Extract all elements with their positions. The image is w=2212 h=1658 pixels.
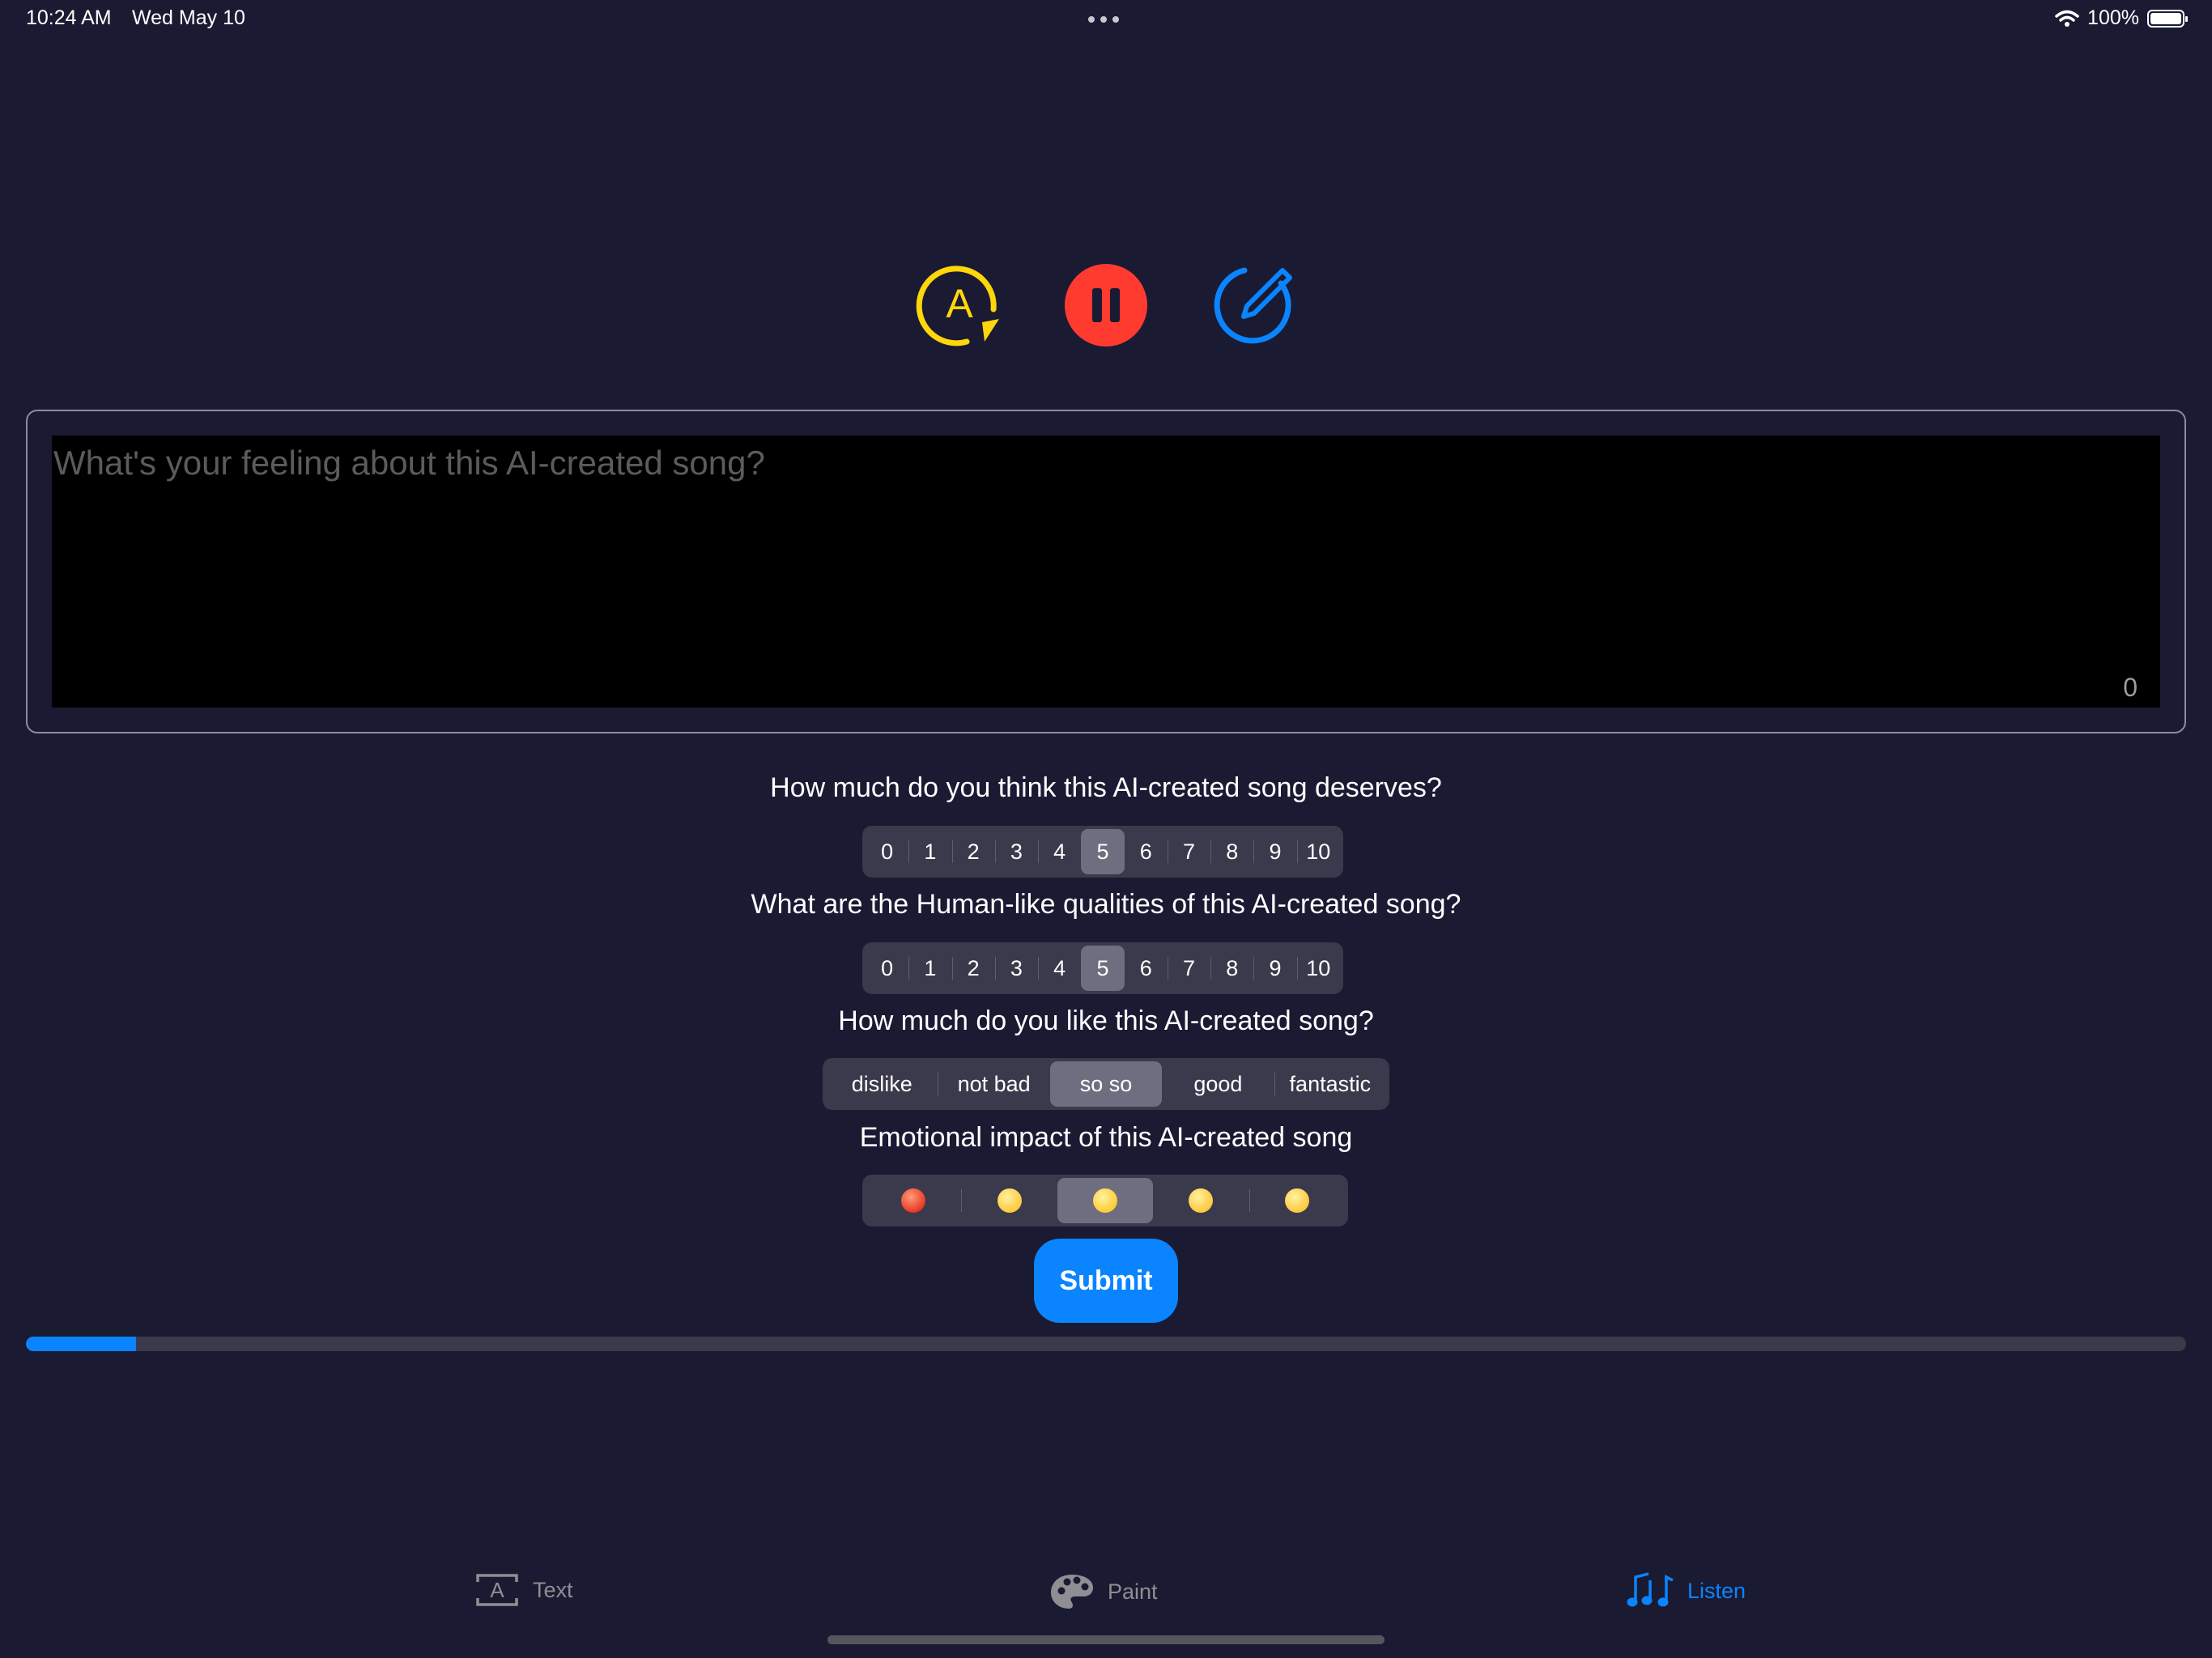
human-like-option[interactable]: 5 xyxy=(1081,946,1125,991)
progress-fill xyxy=(26,1337,137,1351)
deserves-option[interactable]: 3 xyxy=(994,829,1038,874)
emotion-option[interactable] xyxy=(1249,1178,1345,1223)
human-like-option[interactable]: 7 xyxy=(1167,946,1210,991)
text-box-icon: A xyxy=(476,1574,518,1606)
like-rating-control: dislike not bad so so good fantastic xyxy=(823,1058,1389,1110)
pause-icon xyxy=(1065,264,1147,346)
autoplay-a-icon: A xyxy=(916,266,999,346)
deserves-option[interactable]: 4 xyxy=(1038,829,1081,874)
tab-text-label: Text xyxy=(533,1577,573,1602)
human-like-option[interactable]: 10 xyxy=(1296,946,1340,991)
question-emotion: Emotional impact of this AI-created song xyxy=(859,1122,1353,1153)
deserves-option[interactable]: 5 xyxy=(1081,829,1125,874)
emotion-option[interactable] xyxy=(866,1178,961,1223)
character-count: 0 xyxy=(2123,673,2138,702)
like-option[interactable]: good xyxy=(1162,1061,1274,1107)
question-human-like: What are the Human-like qualities of thi… xyxy=(751,889,1461,920)
progress-bar xyxy=(26,1337,2186,1351)
like-option[interactable]: fantastic xyxy=(1274,1061,1386,1107)
svg-text:A: A xyxy=(490,1578,504,1602)
wifi-icon xyxy=(2055,10,2079,27)
human-like-option[interactable]: 6 xyxy=(1125,946,1168,991)
like-option[interactable]: so so xyxy=(1049,1061,1163,1107)
battery-icon xyxy=(2147,9,2188,28)
deserves-rating-control: 0 1 2 3 4 5 6 7 8 9 10 xyxy=(862,826,1343,878)
tab-paint[interactable]: Paint xyxy=(1049,1572,1158,1611)
emotion-option[interactable] xyxy=(1153,1178,1249,1223)
edit-button[interactable] xyxy=(1208,261,1297,350)
tab-text[interactable]: A Text xyxy=(474,1572,573,1608)
human-like-option[interactable]: 1 xyxy=(908,946,951,991)
status-date: Wed May 10 xyxy=(132,6,245,29)
tab-listen-label: Listen xyxy=(1687,1578,1746,1603)
feeling-input[interactable] xyxy=(52,436,2160,708)
like-option[interactable]: not bad xyxy=(938,1061,1049,1107)
deserves-option[interactable]: 2 xyxy=(951,829,995,874)
home-indicator[interactable] xyxy=(827,1635,1385,1644)
sunglasses-face-icon xyxy=(1284,1188,1309,1213)
deserves-option[interactable]: 8 xyxy=(1210,829,1253,874)
pause-button[interactable] xyxy=(1061,261,1151,350)
human-like-option[interactable]: 4 xyxy=(1038,946,1081,991)
status-time: 10:24 AM xyxy=(26,6,112,29)
submit-button[interactable]: Submit xyxy=(1034,1239,1178,1323)
playback-controls: A xyxy=(0,261,2212,350)
grinning-face-icon xyxy=(1093,1188,1118,1213)
emotion-rating-control xyxy=(862,1175,1348,1226)
status-indicators: 100% xyxy=(2055,6,2188,30)
human-like-option[interactable]: 0 xyxy=(866,946,908,991)
music-notes-icon xyxy=(1627,1572,1674,1607)
deserves-option[interactable]: 10 xyxy=(1296,829,1340,874)
emotion-option[interactable] xyxy=(1057,1178,1154,1223)
human-like-option[interactable]: 3 xyxy=(994,946,1038,991)
edit-pencil-icon xyxy=(1214,267,1292,344)
kissing-face-icon xyxy=(1189,1188,1214,1213)
human-like-option[interactable]: 9 xyxy=(1253,946,1296,991)
palette-icon xyxy=(1051,1575,1093,1609)
svg-text:A: A xyxy=(946,281,973,326)
deserves-option[interactable]: 0 xyxy=(866,829,908,874)
deserves-option[interactable]: 7 xyxy=(1167,829,1210,874)
human-like-option[interactable]: 2 xyxy=(951,946,995,991)
emotion-option[interactable] xyxy=(961,1178,1057,1223)
crying-face-icon xyxy=(997,1188,1022,1213)
multitasking-dots-icon[interactable] xyxy=(1088,16,1119,23)
tab-listen[interactable]: Listen xyxy=(1626,1572,1746,1609)
status-bar: 10:24 AM Wed May 10 100% xyxy=(0,0,2212,40)
human-like-option[interactable]: 8 xyxy=(1210,946,1253,991)
like-option[interactable]: dislike xyxy=(826,1061,938,1107)
human-like-rating-control: 0 1 2 3 4 5 6 7 8 9 10 xyxy=(862,942,1343,994)
deserves-option[interactable]: 1 xyxy=(908,829,951,874)
tab-paint-label: Paint xyxy=(1108,1579,1158,1604)
deserves-option[interactable]: 6 xyxy=(1125,829,1168,874)
autoplay-button[interactable]: A xyxy=(915,261,1004,350)
question-like: How much do you like this AI-created son… xyxy=(838,1005,1374,1036)
battery-percent: 100% xyxy=(2087,6,2139,29)
angry-face-icon xyxy=(901,1188,926,1213)
tab-bar: A Text Paint Listen xyxy=(0,1562,2212,1627)
feeling-panel: 0 xyxy=(26,410,2186,733)
deserves-option[interactable]: 9 xyxy=(1253,829,1296,874)
question-deserves: How much do you think this AI-created so… xyxy=(770,772,1442,803)
